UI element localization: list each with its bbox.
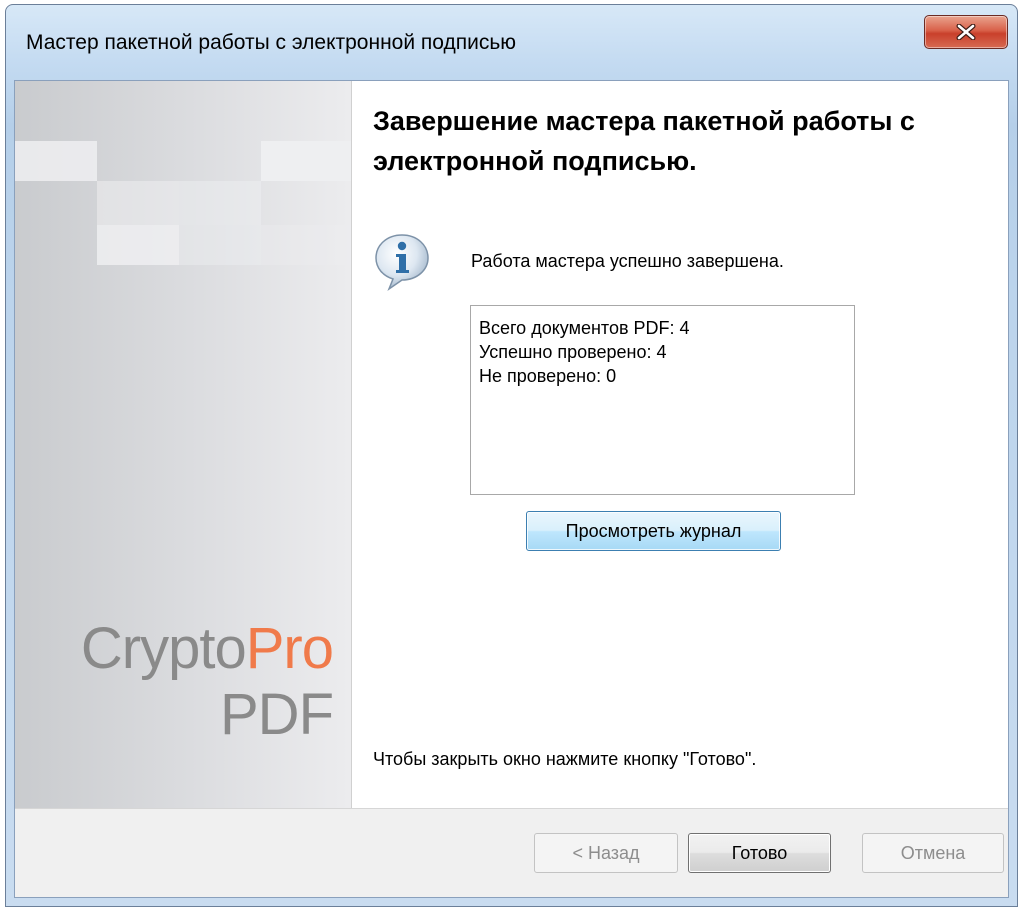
decor-tile <box>97 225 179 265</box>
result-line-unverified: Не проверено: 0 <box>479 366 617 386</box>
decor-tile <box>15 141 97 181</box>
decor-tile <box>261 225 351 265</box>
status-message: Работа мастера успешно завершена. <box>471 251 784 271</box>
wizard-content: CryptoPro PDF Завершение мастера пакетно… <box>14 80 1009 898</box>
close-hint: Чтобы закрыть окно нажмите кнопку "Готов… <box>373 749 757 769</box>
decor-tile <box>97 181 179 225</box>
wizard-window: Мастер пакетной работы с электронной под… <box>5 4 1018 907</box>
button-bar: < Назад Готово Отмена <box>15 808 1008 897</box>
page-heading: Завершение мастера пакетной работы с эле… <box>373 106 915 176</box>
title-bar[interactable]: Мастер пакетной работы с электронной под… <box>6 5 1017 79</box>
info-icon <box>375 234 429 292</box>
cryptopro-pdf-logo: CryptoPro PDF <box>80 616 334 748</box>
logo-text-pdf: PDF <box>220 682 334 747</box>
logo-text-crypto: Crypto <box>80 616 247 681</box>
logo-text-pro: Pro <box>245 616 334 681</box>
decor-tile <box>261 141 351 181</box>
window-title: Мастер пакетной работы с электронной под… <box>26 31 517 54</box>
cancel-button[interactable]: Отмена <box>862 833 1004 873</box>
result-line-verified: Успешно проверено: 4 <box>479 342 667 362</box>
brand-side-panel: CryptoPro PDF <box>15 81 352 808</box>
decor-tile <box>179 181 261 225</box>
result-line-total: Всего документов PDF: 4 <box>479 318 690 338</box>
view-log-button[interactable]: Просмотреть журнал <box>526 511 781 551</box>
back-button[interactable]: < Назад <box>534 833 678 873</box>
results-textbox[interactable]: Всего документов PDF: 4 Успешно проверен… <box>470 305 855 495</box>
decor-tile <box>179 225 261 265</box>
close-icon <box>956 24 976 40</box>
close-button[interactable] <box>924 15 1008 49</box>
finish-button[interactable]: Готово <box>688 833 831 873</box>
